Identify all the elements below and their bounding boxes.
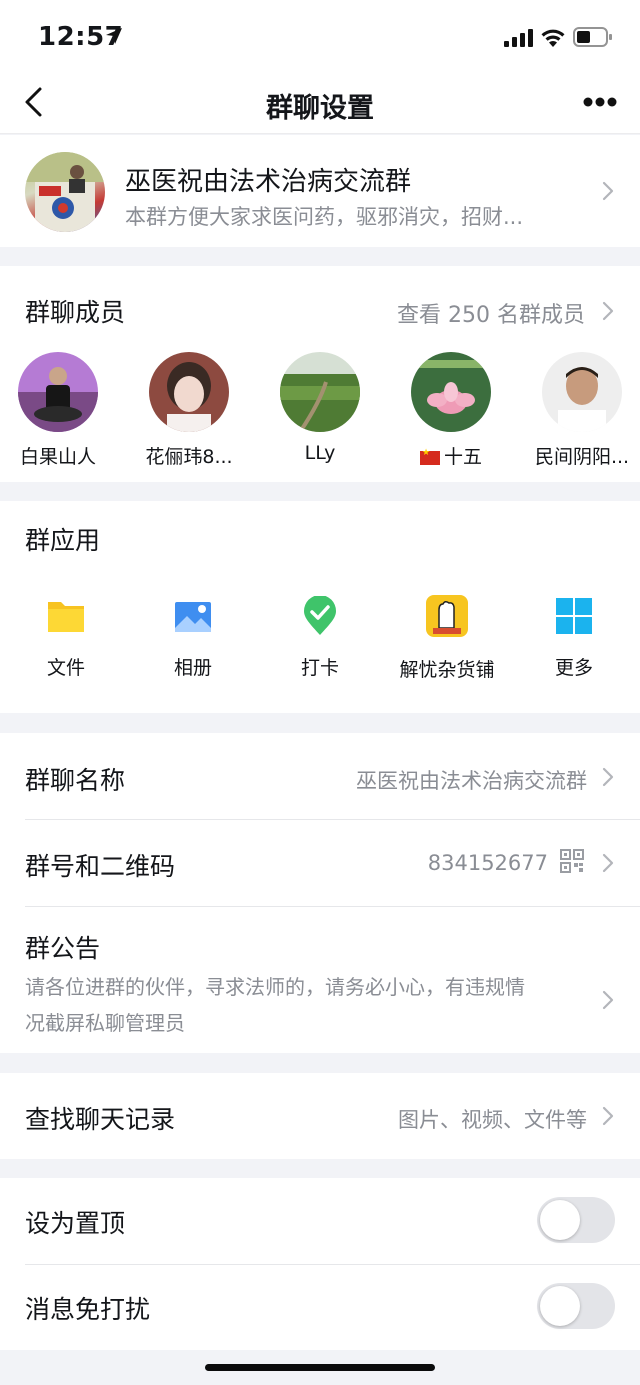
- chevron-right-icon: [602, 181, 614, 201]
- chevron-right-icon: [602, 767, 614, 787]
- mute-notifications-toggle[interactable]: [537, 1283, 615, 1329]
- status-bar: 12:57: [0, 0, 640, 70]
- battery-icon: [573, 27, 612, 47]
- toggle-settings-section: 设为置顶 消息免打扰: [0, 1178, 640, 1350]
- pin-chat-toggle[interactable]: [537, 1197, 615, 1243]
- china-flag-icon: [419, 448, 440, 465]
- toggle-knob: [540, 1200, 580, 1240]
- members-title: 群聊成员: [25, 298, 126, 327]
- group-id-qr-row[interactable]: 群号和二维码 834152677: [0, 820, 640, 906]
- member-item[interactable]: 白果山人: [0, 352, 118, 469]
- chevron-right-icon[interactable]: [602, 301, 614, 321]
- folder-icon: [48, 602, 84, 632]
- search-history-row[interactable]: 查找聊天记录 图片、视频、文件等: [0, 1073, 640, 1159]
- group-name-label: 群聊名称: [25, 766, 126, 795]
- member-item[interactable]: 花俪玮8...: [129, 352, 249, 469]
- search-history-label: 查找聊天记录: [25, 1105, 176, 1134]
- app-files[interactable]: 文件: [2, 596, 130, 680]
- view-all-members-link[interactable]: 查看 250 名群成员: [397, 297, 585, 329]
- grid-more-icon: [556, 598, 592, 634]
- member-avatar: [149, 352, 229, 432]
- qr-code-icon: [560, 849, 584, 873]
- members-section: 群聊成员 查看 250 名群成员 白果山人 花俪玮8... LLy ★ 十五 民…: [0, 266, 640, 482]
- app-label: 解忧杂货铺: [399, 659, 495, 681]
- nav-bar: 群聊设置: [0, 70, 640, 134]
- app-label: 文件: [46, 657, 85, 679]
- apps-title: 群应用: [25, 526, 101, 555]
- mute-notifications-label: 消息免打扰: [25, 1295, 151, 1324]
- group-notice-text-line2: 况截屏私聊管理员: [25, 1011, 185, 1035]
- group-name-value: 巫医祝由法术治病交流群: [356, 769, 587, 793]
- group-info-row[interactable]: 巫医祝由法术治病交流群 本群方便大家求医问药，驱邪消灾，招财...: [0, 135, 640, 247]
- search-history-value: 图片、视频、文件等: [398, 1108, 587, 1132]
- grocery-store-icon: [426, 595, 468, 637]
- pin-chat-row: 设为置顶: [0, 1178, 640, 1264]
- member-item[interactable]: 民间阴阳...: [522, 352, 640, 469]
- member-name: 十五: [443, 446, 482, 468]
- member-name: LLy: [304, 442, 336, 464]
- chevron-right-icon: [602, 853, 614, 873]
- group-avatar: [25, 152, 105, 232]
- group-apps-section: 群应用 文件 相册 打卡 解忧杂货铺 更多: [0, 501, 640, 713]
- member-avatar: [280, 352, 360, 432]
- member-name: 民间阴阳...: [534, 446, 630, 468]
- home-indicator[interactable]: [205, 1364, 435, 1371]
- app-grocery-store[interactable]: 解忧杂货铺: [383, 595, 511, 682]
- group-id-label: 群号和二维码: [25, 852, 176, 881]
- group-notice-text-line1: 请各位进群的伙伴，寻求法师的，请务必小心，有违规情: [25, 975, 525, 999]
- member-name: 花俪玮8...: [145, 446, 233, 468]
- member-avatar: [542, 352, 622, 432]
- app-album[interactable]: 相册: [129, 596, 257, 680]
- chevron-right-icon: [602, 1106, 614, 1126]
- pin-chat-label: 设为置顶: [25, 1209, 126, 1238]
- checkin-location-icon: [304, 595, 336, 635]
- photo-album-icon: [175, 602, 211, 632]
- chevron-right-icon: [602, 990, 614, 1010]
- cellular-signal-icon: [504, 29, 533, 47]
- group-description: 本群方便大家求医问药，驱邪消灾，招财...: [125, 205, 524, 229]
- member-name: 白果山人: [19, 446, 96, 468]
- more-options-icon[interactable]: [582, 96, 618, 108]
- member-item[interactable]: LLy: [260, 352, 380, 464]
- app-checkin[interactable]: 打卡: [256, 595, 384, 680]
- page-title: 群聊设置: [266, 93, 374, 124]
- app-label: 更多: [554, 657, 593, 679]
- wifi-icon: [541, 29, 565, 47]
- location-arrow-icon: [106, 28, 122, 44]
- member-item[interactable]: 十五: [391, 352, 511, 469]
- app-label: 打卡: [300, 657, 339, 679]
- group-name-row[interactable]: 群聊名称 巫医祝由法术治病交流群: [0, 733, 640, 819]
- group-settings-list: 群聊名称 巫医祝由法术治病交流群 群号和二维码 834152677 群公告 请各…: [0, 733, 640, 1053]
- member-avatar: [18, 352, 98, 432]
- group-name: 巫医祝由法术治病交流群: [125, 167, 412, 197]
- member-name-row: 十五: [391, 442, 511, 469]
- app-more[interactable]: 更多: [510, 596, 638, 680]
- group-notice-label: 群公告: [25, 934, 101, 963]
- toggle-knob: [540, 1286, 580, 1326]
- group-notice-row[interactable]: 群公告 请各位进群的伙伴，寻求法师的，请务必小心，有违规情 况截屏私聊管理员: [0, 907, 640, 1053]
- app-label: 相册: [173, 657, 212, 679]
- group-id-value: 834152677: [427, 851, 548, 875]
- member-avatar: [411, 352, 491, 432]
- search-history-section: 查找聊天记录 图片、视频、文件等: [0, 1073, 640, 1159]
- mute-notifications-row: 消息免打扰: [0, 1265, 640, 1350]
